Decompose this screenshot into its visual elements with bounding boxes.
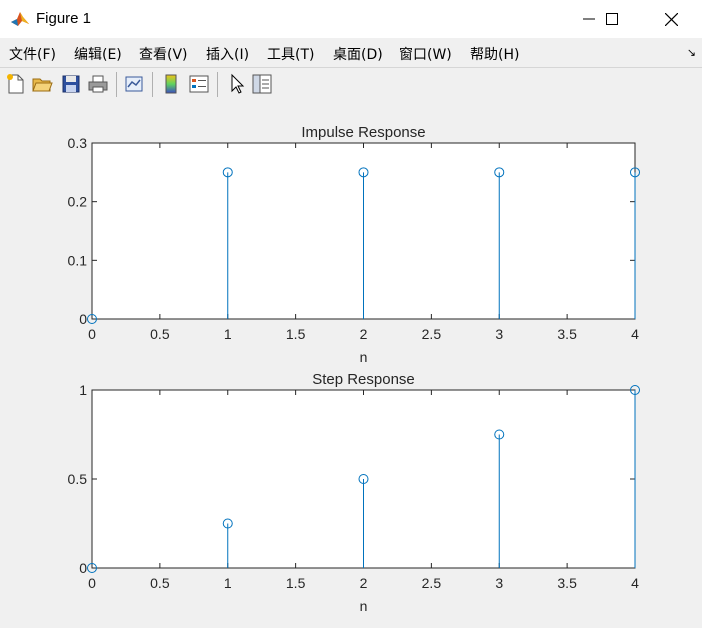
figure-window: Figure 1 文件(F) 编辑(E) 查看(V) 插入(I) 工具(T) 桌… [0, 0, 702, 628]
x-tick-label: 3.5 [557, 575, 577, 591]
x-tick-label: 2.5 [422, 575, 442, 591]
toolbar-separator [116, 72, 117, 97]
x-tick-label: 4 [631, 575, 639, 591]
chart-title: Impulse Response [301, 124, 425, 141]
menu-view[interactable]: 查看(V) [139, 44, 188, 64]
legend-icon[interactable] [188, 73, 210, 95]
menu-insert[interactable]: 插入(I) [206, 44, 249, 64]
y-tick-label: 0 [79, 311, 87, 327]
menu-window[interactable]: 窗口(W) [399, 44, 452, 64]
x-tick-label: 0.5 [150, 326, 170, 342]
print-icon[interactable] [87, 73, 109, 95]
y-tick-label: 0 [79, 560, 87, 576]
x-tick-label: 3 [495, 575, 503, 591]
save-icon[interactable] [60, 73, 82, 95]
link-plot-icon[interactable] [123, 73, 145, 95]
x-tick-label: 1 [224, 326, 232, 342]
maximize-button[interactable] [589, 0, 635, 38]
dock-arrow-icon[interactable]: ↘ [687, 46, 696, 59]
menu-file[interactable]: 文件(F) [9, 44, 56, 64]
matlab-logo-icon [10, 9, 30, 29]
colorbar-icon[interactable] [160, 73, 182, 95]
window-title: Figure 1 [36, 10, 92, 27]
y-tick-label: 0.2 [68, 194, 88, 210]
figure-canvas[interactable]: Impulse Response 0 0.5 1 1.5 2 2.5 3 3.5 4 0 0.1 0.2… [0, 101, 702, 628]
x-tick-label: 1.5 [286, 326, 306, 342]
open-file-icon[interactable] [31, 73, 53, 95]
x-tick-label: 2 [360, 326, 368, 342]
menu-edit[interactable]: 编辑(E) [74, 44, 122, 64]
menu-desktop[interactable]: 桌面(D) [333, 44, 383, 64]
x-tick-label: 2.5 [422, 326, 442, 342]
toolbar-separator [217, 72, 218, 97]
close-button[interactable] [648, 0, 694, 38]
y-tick-label: 0.5 [68, 471, 88, 487]
x-tick-label: 0 [88, 575, 96, 591]
menu-help[interactable]: 帮助(H) [470, 44, 519, 64]
x-tick-label: 0.5 [150, 575, 170, 591]
new-figure-icon[interactable] [5, 73, 27, 95]
x-tick-label: 1 [224, 575, 232, 591]
maximize-icon [606, 13, 618, 25]
x-tick-label: 3 [495, 326, 503, 342]
y-tick-label: 0.1 [68, 252, 88, 268]
x-tick-label: 0 [88, 326, 96, 342]
y-tick-label: 1 [79, 382, 87, 398]
plots-canvas: Impulse Response 0 0.5 1 1.5 2 2.5 3 3.5 4 0 0.1 0.2… [68, 124, 640, 614]
pointer-icon[interactable] [226, 73, 248, 95]
y-tick-label: 0.3 [68, 135, 88, 151]
x-axis-label: n [360, 349, 368, 365]
x-tick-label: 2 [360, 575, 368, 591]
x-axis-label: n [360, 598, 368, 614]
menu-tools[interactable]: 工具(T) [267, 44, 314, 64]
toolbar [0, 67, 702, 102]
toolbar-separator [152, 72, 153, 97]
close-icon [664, 12, 678, 26]
title-bar[interactable]: Figure 1 [0, 0, 702, 38]
x-tick-label: 4 [631, 326, 639, 342]
x-tick-label: 1.5 [286, 575, 306, 591]
x-tick-label: 3.5 [557, 326, 577, 342]
chart-title: Step Response [312, 371, 415, 388]
property-inspector-icon[interactable] [251, 73, 273, 95]
menu-bar: 文件(F) 编辑(E) 查看(V) 插入(I) 工具(T) 桌面(D) 窗口(W… [0, 38, 702, 67]
